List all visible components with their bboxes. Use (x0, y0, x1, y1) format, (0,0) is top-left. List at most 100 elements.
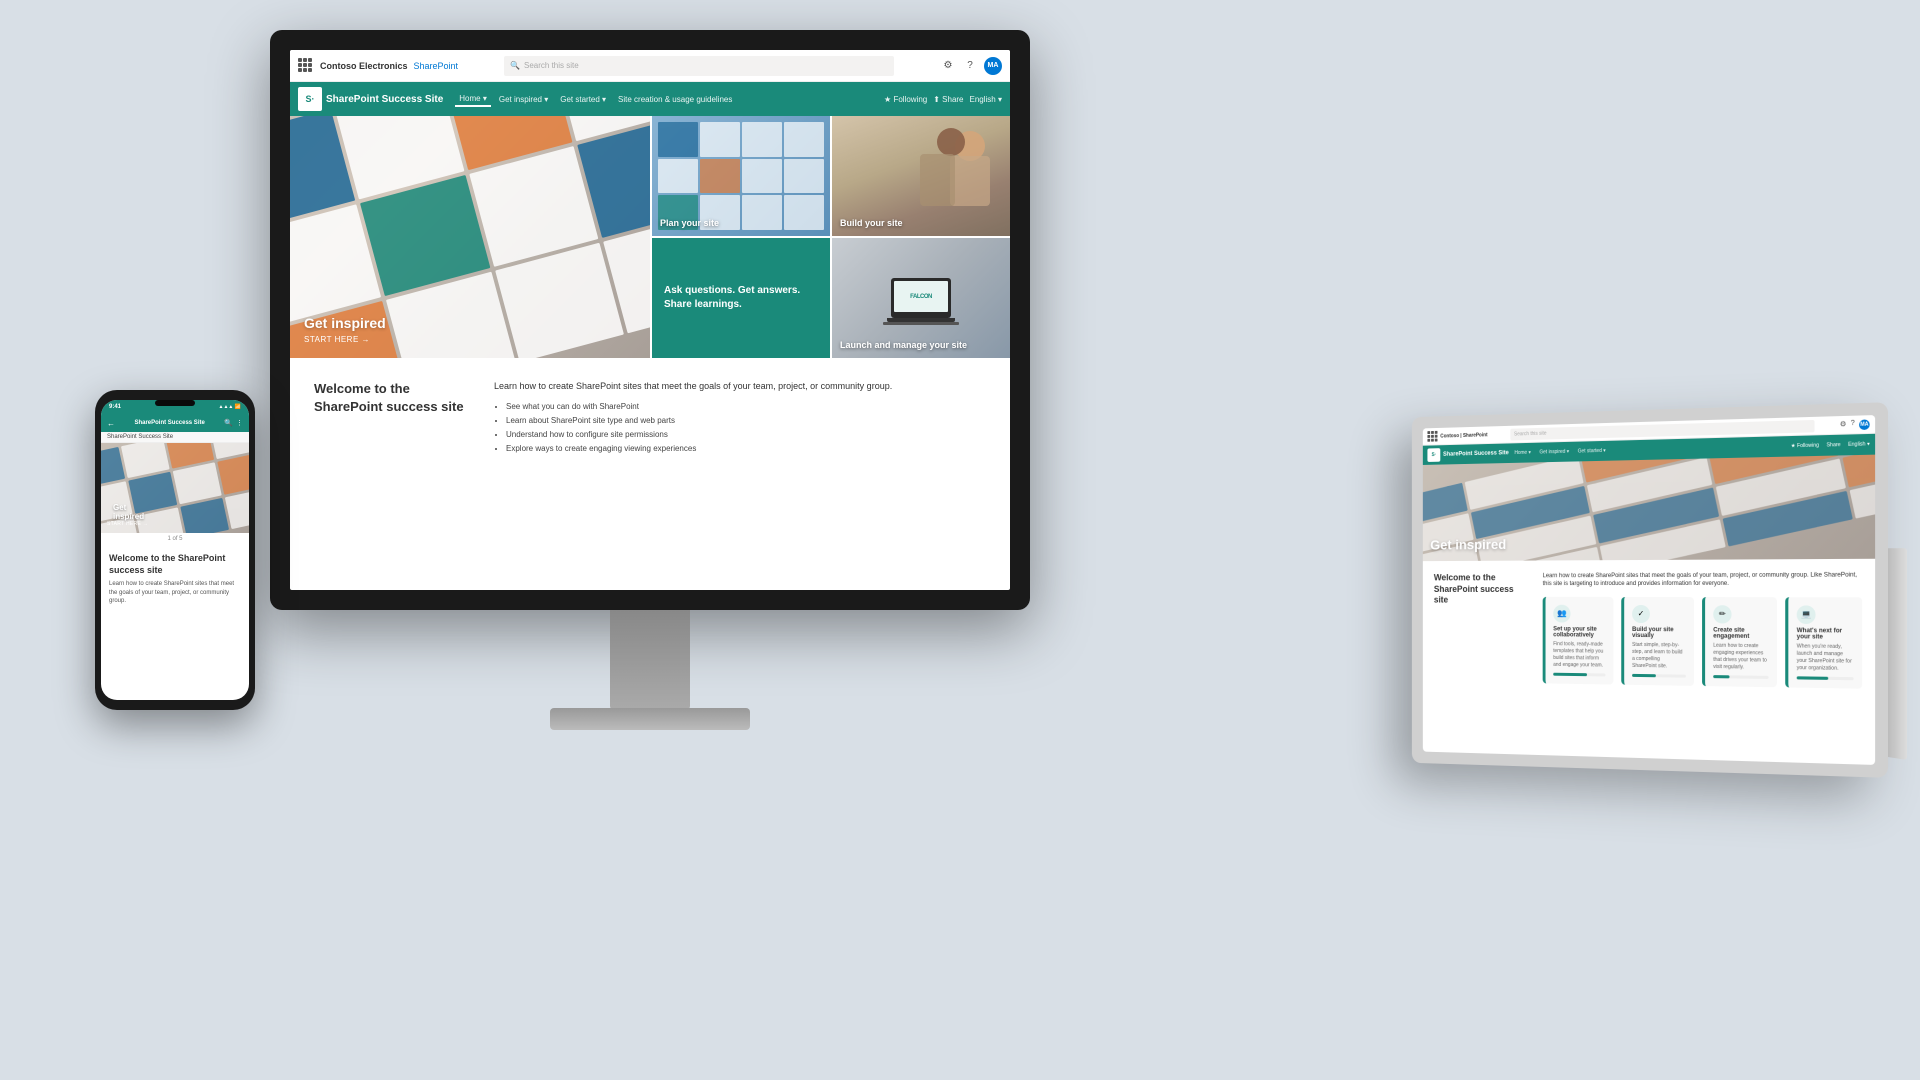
topbar-icons: ⚙ ? MA (940, 57, 1002, 75)
tablet-welcome-left: Welcome to the SharePoint success site (1434, 572, 1528, 683)
tablet-help-icon[interactable]: ? (1851, 419, 1855, 429)
hero-main-title: Get inspired (304, 315, 386, 331)
phone: 9:41 ▲▲▲ 📶 ← SharePoint Success Site 🔍 ⋮… (95, 390, 255, 710)
tablet-settings-icon[interactable]: ⚙ (1840, 420, 1847, 431)
nav-link-home[interactable]: Home ▾ (455, 92, 491, 107)
tablet-user-avatar[interactable]: MA (1859, 419, 1870, 430)
monitor-stand (610, 610, 690, 710)
tablet-welcome: Welcome to the SharePoint success site L… (1423, 559, 1875, 701)
search-bar[interactable]: 🔍 Search this site (504, 56, 894, 76)
app-name: SharePoint (414, 61, 459, 71)
tablet-feature-cards: 👥 Set up your site collaboratively Find … (1543, 597, 1863, 689)
share-btn[interactable]: ⬆ Share (933, 95, 963, 104)
list-item: Learn about SharePoint site type and web… (506, 415, 892, 426)
laptop-icon: FALCON (891, 278, 951, 318)
hero-tile-build[interactable]: Build your site (832, 116, 1010, 236)
phone-welcome-body: Learn how to create SharePoint sites tha… (109, 580, 241, 605)
site-icon: S· (298, 87, 322, 111)
tablet-site-icon: S· (1427, 448, 1440, 462)
phone-welcome-title: Welcome to the SharePoint success site (109, 553, 241, 576)
tablet-hero-title: Get inspired (1430, 535, 1523, 553)
feature-icon-3: ✏ (1713, 605, 1731, 623)
tile-launch-label: Launch and manage your site (840, 340, 967, 350)
welcome-body: Learn how to create SharePoint sites tha… (494, 380, 892, 457)
tablet-nav-started[interactable]: Get started ▾ (1575, 447, 1609, 456)
tablet-following-btn[interactable]: ★ Following (1791, 443, 1819, 450)
tablet-welcome-title: Welcome to the SharePoint success site (1434, 572, 1528, 606)
tablet-bezel: Contoso | SharePoint Search this site ⚙ … (1412, 402, 1888, 778)
company-name: Contoso Electronics (320, 61, 408, 71)
feature-icon-2: ✓ (1632, 605, 1650, 623)
phone-pagination: 1 of 5 (101, 533, 249, 545)
tablet: Contoso | SharePoint Search this site ⚙ … (1412, 402, 1888, 778)
hero-main-text: Get inspired START HERE → (304, 315, 386, 344)
phone-bezel: 9:41 ▲▲▲ 📶 ← SharePoint Success Site 🔍 ⋮… (95, 390, 255, 710)
monitor-bezel: Contoso Electronics SharePoint 🔍 Search … (270, 30, 1030, 610)
feature-card-2: ✓ Build your site visually Start simple,… (1621, 597, 1694, 686)
tablet-icons: ⚙ ? MA (1840, 419, 1870, 430)
nav-link-guidelines[interactable]: Site creation & usage guidelines (614, 93, 736, 106)
phone-signal: ▲▲▲ 📶 (219, 404, 241, 410)
language-btn[interactable]: English ▾ (970, 95, 1002, 104)
tablet-site-title: SharePoint Success Site (1443, 450, 1509, 457)
help-icon[interactable]: ? (962, 58, 978, 74)
following-btn[interactable]: ★ Following (884, 95, 927, 104)
feature-body-3: Learn how to create engaging experiences… (1713, 642, 1768, 671)
tablet-welcome-right: Learn how to create SharePoint sites tha… (1543, 571, 1863, 688)
feature-card-4: 💻 What's next for your site When you're … (1785, 597, 1862, 689)
phone-hero-cta[interactable]: START HERE → (107, 521, 148, 527)
phone-more-icon[interactable]: ⋮ (236, 419, 243, 427)
monitor: Contoso Electronics SharePoint 🔍 Search … (270, 30, 1030, 730)
feature-icon-4: 💻 (1797, 605, 1816, 624)
hero-tile-ask[interactable]: Ask questions. Get answers. Share learni… (652, 238, 830, 358)
hero-main-tile[interactable]: Get inspired START HERE → (290, 116, 650, 358)
feature-title-1: Set up your site collaboratively (1553, 626, 1605, 638)
feature-icon-1: 👥 (1553, 605, 1570, 623)
nav-link-inspired[interactable]: Get inspired ▾ (495, 93, 552, 106)
tablet-nav-inspired[interactable]: Get inspired ▾ (1537, 448, 1572, 457)
phone-nav-title: SharePoint Success Site (118, 420, 221, 426)
phone-nav-bar: ← SharePoint Success Site 🔍 ⋮ (101, 414, 249, 432)
settings-icon[interactable]: ⚙ (940, 58, 956, 74)
hero-grid: Get inspired START HERE → Plan your site (290, 116, 1010, 360)
tablet-search-placeholder: Search this site (1514, 430, 1547, 437)
hero-tile-plan[interactable]: Plan your site (652, 116, 830, 236)
hero-tile-launch[interactable]: FALCON Launch and manage your site (832, 238, 1010, 358)
tile-plan-label: Plan your site (660, 218, 719, 228)
phone-nav-icons: 🔍 ⋮ (224, 419, 243, 427)
site-title: SharePoint Success Site (326, 94, 443, 105)
tablet-hero-text: Get inspired (1430, 535, 1523, 553)
feature-title-2: Build your site visually (1632, 627, 1686, 639)
list-item: Understand how to configure site permiss… (506, 429, 892, 440)
hero-main-cta[interactable]: START HERE → (304, 335, 386, 344)
tablet-share-btn[interactable]: Share (1826, 442, 1840, 449)
nav-link-started[interactable]: Get started ▾ (556, 93, 610, 106)
search-icon: 🔍 (510, 61, 520, 70)
feature-body-1: Find tools, ready-made templates that he… (1553, 641, 1605, 669)
phone-back-btn[interactable]: ← (107, 419, 115, 428)
phone-notch (155, 400, 195, 406)
phone-welcome-section: Welcome to the SharePoint success site L… (101, 545, 249, 614)
tablet-nav-home[interactable]: Home ▾ (1512, 449, 1534, 457)
nav-actions: ★ Following ⬆ Share English ▾ (884, 95, 1002, 104)
tile-ask-content: Ask questions. Get answers. Share learni… (652, 238, 830, 358)
tablet-language-btn[interactable]: English ▾ (1848, 441, 1870, 448)
tile-build-label: Build your site (840, 218, 903, 228)
waffle-icon[interactable] (298, 58, 314, 74)
phone-time: 9:41 (109, 404, 121, 410)
tablet-welcome-layout: Welcome to the SharePoint success site L… (1434, 571, 1862, 688)
welcome-intro: Learn how to create SharePoint sites tha… (494, 380, 892, 393)
phone-hero-text: Get inspired START HERE → (107, 521, 148, 527)
user-avatar[interactable]: MA (984, 57, 1002, 75)
monitor-base (550, 708, 750, 730)
tablet-welcome-intro: Learn how to create SharePoint sites tha… (1543, 571, 1863, 589)
sp-navbar: S· SharePoint Success Site Home ▾ Get in… (290, 82, 1010, 116)
phone-screen: 9:41 ▲▲▲ 📶 ← SharePoint Success Site 🔍 ⋮… (101, 400, 249, 700)
tablet-kickstand (1888, 548, 1907, 760)
phone-hero: Get inspired START HERE → (101, 443, 249, 533)
welcome-section: Welcome to the SharePoint success site L… (290, 360, 1010, 477)
tablet-screen: Contoso | SharePoint Search this site ⚙ … (1423, 415, 1875, 765)
phone-search-icon[interactable]: 🔍 (224, 419, 233, 427)
welcome-title: Welcome to the SharePoint success site (314, 380, 474, 457)
tablet-hero: Get inspired (1423, 455, 1875, 562)
